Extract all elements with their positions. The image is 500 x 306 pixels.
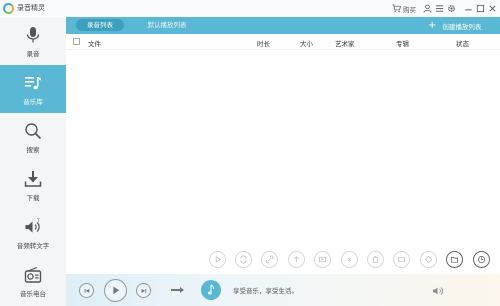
music-note-icon [207, 284, 215, 295]
link-icon [265, 255, 274, 264]
link-button[interactable] [261, 251, 278, 268]
user-icon [422, 4, 432, 13]
sidebar-item-label: 音乐库 [23, 98, 43, 106]
player-slogan: 享受音乐，享受生活。 [233, 287, 298, 295]
album-cover[interactable] [201, 280, 221, 300]
sidebar: 录音 音乐库 搜索 下载 T 音频转文字 音乐电台 [0, 17, 66, 306]
tab-recording-list[interactable]: 录音列表 [76, 19, 124, 31]
remove-button[interactable] [341, 251, 358, 268]
column-header-status[interactable]: 状态 [456, 38, 469, 48]
radio-icon [24, 266, 42, 283]
tag-icon [397, 257, 406, 262]
column-header-file[interactable]: 文件 [88, 38, 101, 48]
music-list-icon [25, 77, 41, 90]
arrow-right-icon[interactable] [171, 287, 184, 293]
microphone-icon [26, 27, 40, 43]
upload-icon [293, 256, 300, 263]
tag-button[interactable] [393, 251, 410, 268]
download-icon [24, 171, 42, 187]
speaker-text-icon: T [25, 218, 40, 233]
create-playlist-label: 创建播放列表 [442, 22, 482, 31]
volume-icon[interactable] [432, 286, 444, 296]
delete-button[interactable] [367, 251, 384, 268]
sidebar-item-label: 下载 [26, 194, 40, 202]
play-circle-icon [215, 256, 221, 263]
column-header-album[interactable]: 专辑 [396, 38, 409, 48]
sidebar-item-label: 录音 [26, 50, 40, 58]
gear-icon [447, 4, 455, 12]
file-list[interactable] [66, 50, 500, 246]
previous-button[interactable] [79, 283, 94, 298]
close-button[interactable] [486, 2, 498, 14]
schedule-button[interactable] [473, 251, 490, 268]
minimize-button[interactable] [462, 2, 474, 14]
maximize-button[interactable] [474, 2, 486, 14]
minimize-icon [464, 8, 472, 10]
sidebar-item-search[interactable]: 搜索 [0, 113, 66, 161]
menu-icon [435, 4, 443, 12]
upload-button[interactable] [288, 251, 305, 268]
app-title: 录音精灵 [17, 4, 45, 12]
create-playlist-button[interactable]: + 创建播放列表 [428, 19, 481, 32]
user-button[interactable] [421, 2, 433, 14]
close-icon [488, 4, 496, 12]
next-button[interactable] [136, 283, 151, 298]
sidebar-item-radio[interactable]: 音乐电台 [0, 257, 66, 305]
close-circle-icon [347, 257, 352, 262]
next-icon [141, 288, 146, 293]
column-header-size[interactable]: 大小 [300, 38, 313, 48]
buy-button[interactable]: 购买 [392, 2, 416, 15]
svg-text:T: T [36, 218, 40, 223]
table-header: 文件 时长 大小 艺术家 专辑 状态 [66, 34, 500, 50]
previous-icon [84, 288, 89, 293]
sidebar-item-label: 音频转文字 [16, 242, 50, 250]
refresh-icon [424, 255, 433, 264]
tab-default-playlist[interactable]: 默认播放列表 [130, 19, 204, 31]
playlist-tab-bar: 录音列表 默认播放列表 + 创建播放列表 [66, 17, 500, 34]
buy-label: 购买 [403, 5, 416, 14]
plus-icon: + [428, 19, 437, 31]
video-icon [318, 256, 327, 263]
trash-icon [372, 255, 379, 264]
sidebar-item-download[interactable]: 下载 [0, 161, 66, 209]
sidebar-item-record[interactable]: 录音 [0, 17, 66, 65]
app-window: 录音精灵 购买 录音 音乐库 搜索 下载 T 音频转文字 音乐电台 录音列表 默… [0, 0, 500, 306]
clock-icon [477, 255, 486, 264]
play-button[interactable] [104, 279, 127, 302]
play-selected-button[interactable] [209, 251, 226, 268]
open-folder-button[interactable] [446, 251, 463, 268]
folder-icon [450, 256, 459, 263]
convert-icon [240, 255, 247, 264]
column-header-duration[interactable]: 时长 [257, 38, 270, 48]
maximize-icon [476, 4, 484, 12]
menu-button[interactable] [433, 2, 445, 14]
title-bar: 录音精灵 购买 [0, 0, 500, 17]
sidebar-item-label: 搜索 [26, 146, 40, 154]
column-header-artist[interactable]: 艺术家 [335, 38, 355, 48]
action-toolbar [66, 246, 500, 274]
refresh-button[interactable] [420, 251, 437, 268]
settings-button[interactable] [445, 2, 457, 14]
app-logo-icon [3, 3, 14, 14]
search-icon [25, 123, 42, 140]
video-button[interactable] [314, 251, 331, 268]
sidebar-item-music-library[interactable]: 音乐库 [0, 65, 66, 113]
select-all-checkbox[interactable] [73, 38, 80, 45]
sidebar-item-label: 音乐电台 [20, 290, 46, 298]
convert-button[interactable] [235, 251, 252, 268]
cart-icon [392, 4, 401, 13]
player-bar: 享受音乐，享受生活。 [66, 274, 500, 306]
sidebar-item-audio-to-text[interactable]: T 音频转文字 [0, 209, 66, 257]
play-icon [113, 286, 120, 295]
